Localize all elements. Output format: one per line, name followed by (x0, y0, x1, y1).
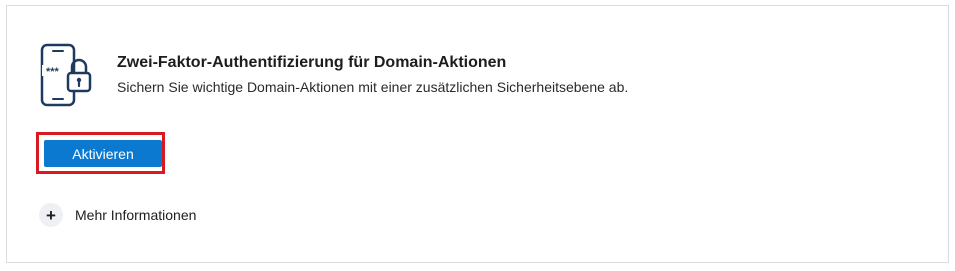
two-factor-card: *** Zwei-Faktor-Authentifizierung für Do… (6, 5, 949, 263)
phone-lock-icon: *** (40, 43, 92, 107)
plus-icon[interactable]: + (39, 203, 63, 227)
card-description: Sichern Sie wichtige Domain-Aktionen mit… (117, 79, 629, 95)
more-info-toggle[interactable]: + Mehr Informationen (39, 203, 196, 227)
svg-text:***: *** (46, 66, 60, 78)
card-title: Zwei-Faktor-Authentifizierung für Domain… (117, 54, 507, 71)
more-info-label[interactable]: Mehr Informationen (75, 207, 196, 223)
activate-button[interactable]: Aktivieren (44, 140, 162, 167)
